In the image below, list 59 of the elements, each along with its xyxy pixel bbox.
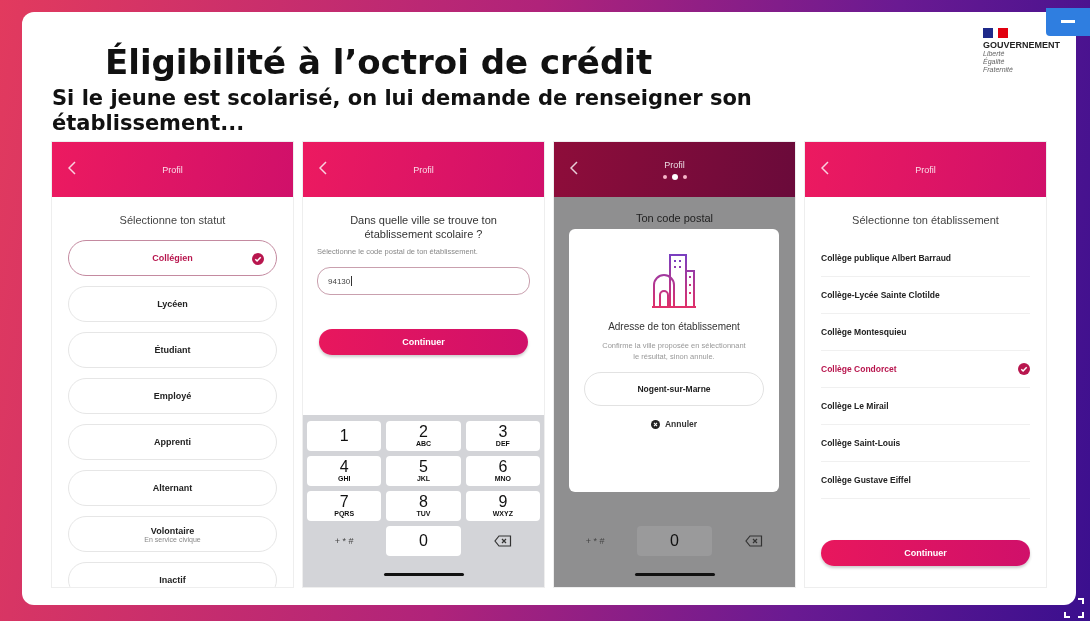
keypad-key[interactable]: 1: [307, 421, 382, 451]
option-label: Alternant: [152, 483, 193, 493]
status-option[interactable]: Lycéen: [68, 286, 277, 322]
header-title: Profil: [413, 164, 434, 175]
header-title: Profil: [915, 164, 936, 175]
logo-text: GOUVERNEMENT: [983, 40, 1060, 50]
header-title: Profil: [664, 159, 685, 170]
school-item[interactable]: Collège publique Albert Barraud: [821, 240, 1030, 277]
text-cursor: [351, 276, 353, 286]
city-option[interactable]: Nogent-sur-Marne: [584, 372, 764, 406]
keypad-key[interactable]: 0: [386, 526, 461, 556]
cancel-button[interactable]: Annuler: [644, 418, 704, 430]
school-item[interactable]: Collège Saint-Louis: [821, 425, 1030, 462]
status-option[interactable]: Inactif: [68, 562, 277, 587]
flag-icon: [983, 28, 1009, 38]
screen-heading: Sélectionne ton statut: [118, 214, 227, 226]
screen-heading: Ton code postal: [634, 212, 715, 224]
backspace-icon: [493, 535, 512, 547]
symbols-key[interactable]: + * #: [307, 526, 382, 556]
option-label: Employé: [153, 391, 192, 401]
back-icon[interactable]: [570, 161, 578, 175]
screen-heading: Sélectionne ton établissement: [851, 214, 1000, 226]
header-title: Profil: [162, 164, 183, 175]
postal-code-field[interactable]: 94130: [317, 267, 530, 295]
back-icon[interactable]: [319, 161, 327, 175]
close-icon: [650, 419, 660, 429]
school-item[interactable]: Collège Condorcet: [821, 351, 1030, 388]
continue-button[interactable]: Continuer: [821, 540, 1030, 566]
fullscreen-icon[interactable]: [1064, 598, 1084, 618]
option-label: Apprenti: [154, 437, 191, 447]
status-option[interactable]: Employé: [68, 378, 277, 414]
back-icon[interactable]: [821, 161, 829, 175]
pager-dot[interactable]: [662, 174, 667, 179]
school-item[interactable]: Collège Gustave Eiffel: [821, 462, 1030, 499]
slide-subtitle: Si le jeune est scolarisé, on lui demande de renseigner son établissement...: [52, 86, 753, 136]
dialog-title: Adresse de ton établissement: [608, 321, 740, 332]
school-item[interactable]: Collège Montesquieu: [821, 314, 1030, 351]
continue-button[interactable]: Continuer: [319, 329, 528, 355]
keypad-key[interactable]: 0: [637, 526, 712, 556]
minimize-button[interactable]: [1046, 8, 1090, 36]
option-label: Lycéen: [157, 299, 188, 309]
slide-title: Éligibilité à l’octroi de crédit: [105, 41, 654, 84]
status-option[interactable]: Étudiant: [68, 332, 277, 368]
screen-question: Dans quelle ville se trouve ton établissement scolaire ?: [349, 213, 498, 241]
option-label: Inactif: [159, 575, 186, 585]
pager-dot[interactable]: [682, 174, 687, 179]
backspace-icon: [744, 535, 763, 547]
back-icon[interactable]: [68, 161, 76, 175]
status-option[interactable]: Collégien: [68, 240, 277, 276]
status-option[interactable]: Alternant: [68, 470, 277, 506]
building-icon: [652, 251, 696, 309]
pager-dot[interactable]: [671, 173, 678, 180]
school-item[interactable]: Collège-Lycée Sainte Clotilde: [821, 277, 1030, 314]
option-label: Volontaire: [150, 525, 195, 536]
status-option[interactable]: Apprenti: [68, 424, 277, 460]
option-label: Étudiant: [154, 345, 191, 355]
minimize-icon: [1061, 20, 1075, 24]
option-label: Collégien: [152, 253, 193, 263]
school-item[interactable]: Collège Le Mirail: [821, 388, 1030, 425]
